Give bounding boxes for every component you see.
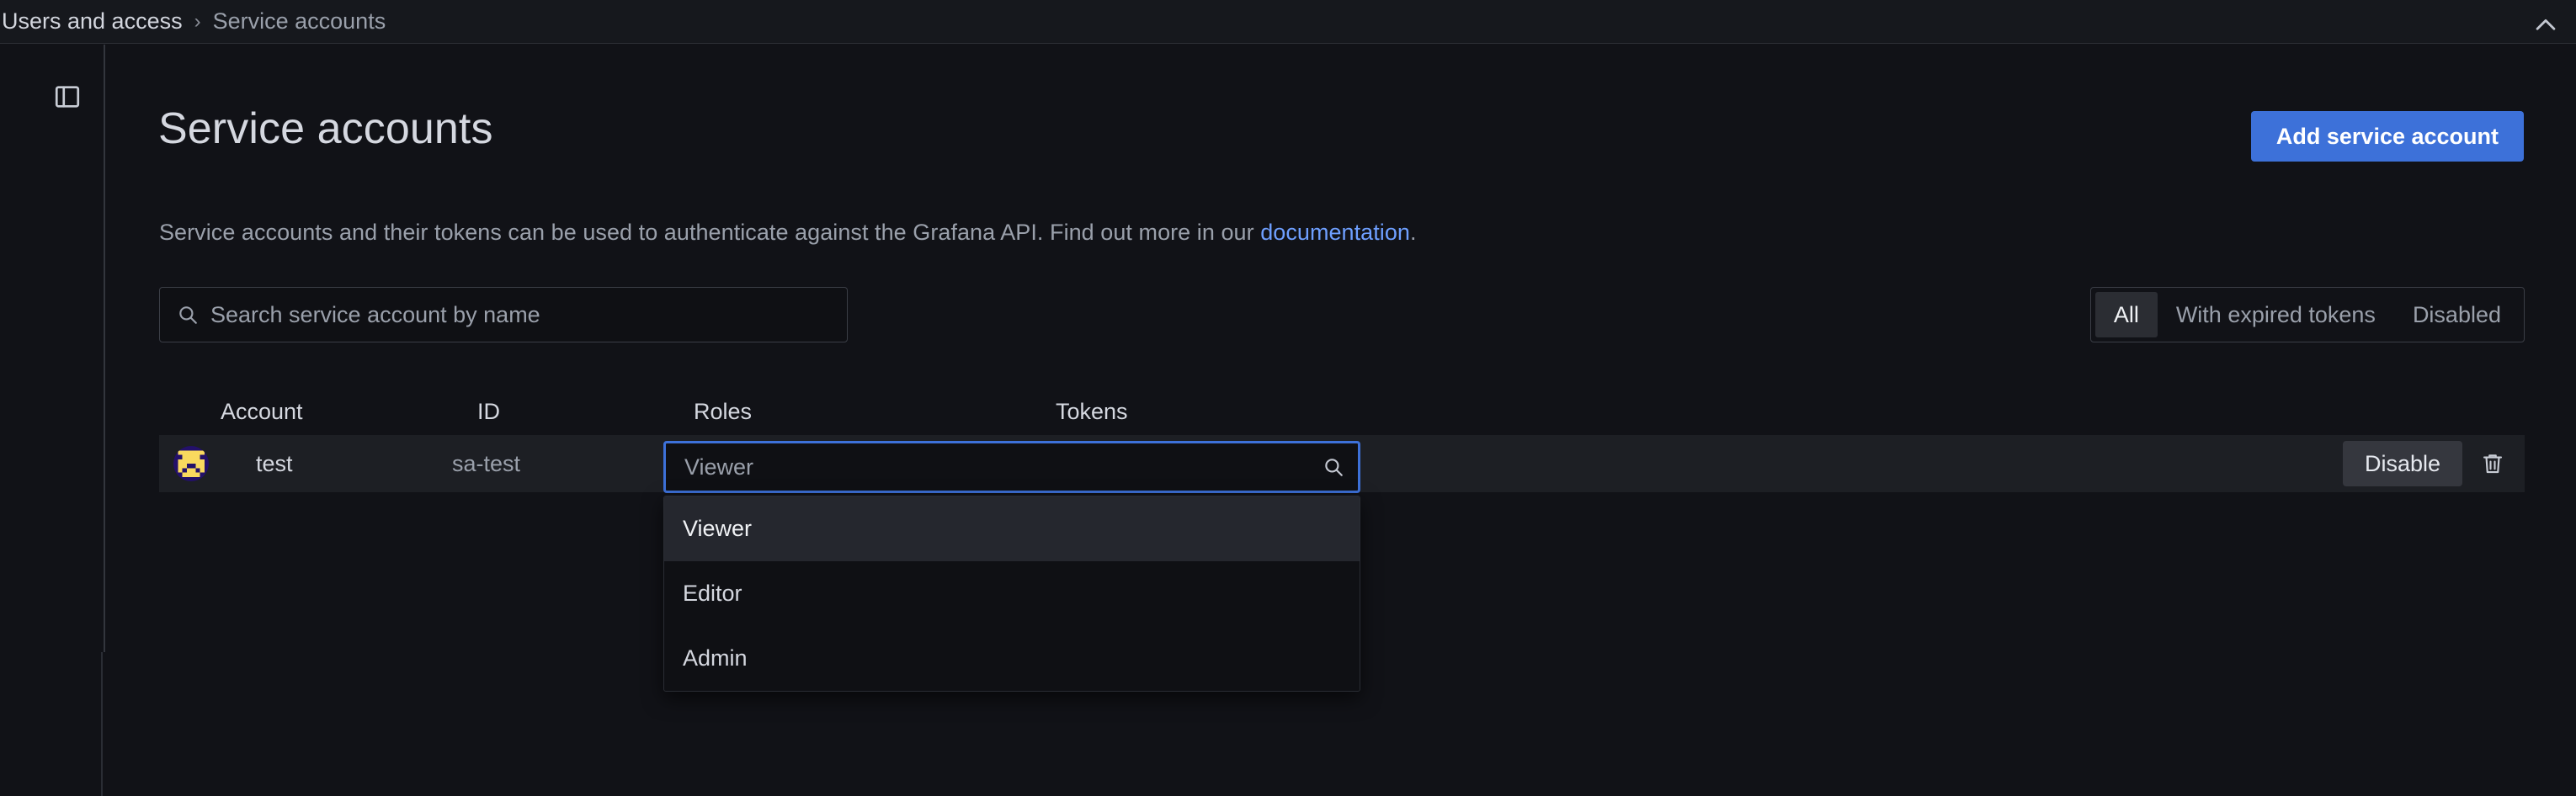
breadcrumb-separator-icon: › xyxy=(194,12,201,32)
roles-option-admin[interactable]: Admin xyxy=(664,626,1360,691)
roles-combobox-field[interactable] xyxy=(663,441,1360,493)
left-rail xyxy=(0,45,104,796)
row-actions: Disable xyxy=(2343,441,2511,486)
page-description: Service accounts and their tokens can be… xyxy=(159,220,1417,246)
search-icon xyxy=(177,304,199,326)
search-service-account-field[interactable] xyxy=(159,287,848,342)
roles-combobox: Viewer Editor Admin xyxy=(663,441,1360,692)
roles-combobox-input[interactable] xyxy=(684,454,1323,480)
column-header-roles: Roles xyxy=(694,399,1056,425)
dock-menu-button[interactable] xyxy=(49,78,86,115)
collapse-topbar-button[interactable] xyxy=(2527,7,2564,44)
roles-option-editor[interactable]: Editor xyxy=(664,561,1360,626)
add-service-account-button[interactable]: Add service account xyxy=(2251,111,2524,162)
page-content: Service accounts Add service account Ser… xyxy=(105,45,2576,796)
search-icon xyxy=(1323,456,1344,478)
table-header-row: Account ID Roles Tokens xyxy=(159,388,2525,435)
breadcrumb-bar: Users and access › Service accounts xyxy=(0,0,2576,44)
column-header-tokens: Tokens xyxy=(1056,399,1224,425)
documentation-link[interactable]: documentation xyxy=(1260,220,1410,245)
column-header-account: Account xyxy=(221,399,477,425)
roles-dropdown-menu: Viewer Editor Admin xyxy=(663,496,1360,692)
cell-id: sa-test xyxy=(452,451,668,477)
filter-tab-disabled[interactable]: Disabled xyxy=(2394,292,2520,337)
column-header-id: ID xyxy=(477,399,694,425)
avatar xyxy=(173,446,209,481)
page-description-text-before: Service accounts and their tokens can be… xyxy=(159,220,1260,245)
table-row: test sa-test Viewer xyxy=(159,435,2525,492)
breadcrumb-item-service-accounts: Service accounts xyxy=(213,8,386,34)
dock-menu-icon xyxy=(53,82,82,111)
search-input[interactable] xyxy=(210,302,830,328)
service-accounts-table: Account ID Roles Tokens xyxy=(159,388,2525,492)
chevron-up-icon xyxy=(2531,11,2560,40)
trash-icon xyxy=(2480,451,2505,476)
page-description-text-after: . xyxy=(1410,220,1417,245)
breadcrumb-item-users-and-access[interactable]: Users and access xyxy=(2,8,183,34)
breadcrumb: Users and access › Service accounts xyxy=(0,8,386,34)
cell-account: test xyxy=(209,451,452,477)
disable-button[interactable]: Disable xyxy=(2343,441,2462,486)
rail-divider-lower xyxy=(101,652,103,796)
roles-option-viewer[interactable]: Viewer xyxy=(664,496,1360,561)
filter-tab-all[interactable]: All xyxy=(2095,292,2158,337)
delete-service-account-button[interactable] xyxy=(2474,445,2511,482)
filter-tab-with-expired-tokens[interactable]: With expired tokens xyxy=(2158,292,2394,337)
page-header: Service accounts Add service account xyxy=(158,106,2524,162)
filter-row: All With expired tokens Disabled xyxy=(159,287,2525,342)
filter-tabs: All With expired tokens Disabled xyxy=(2090,287,2525,342)
page-title: Service accounts xyxy=(158,106,493,152)
